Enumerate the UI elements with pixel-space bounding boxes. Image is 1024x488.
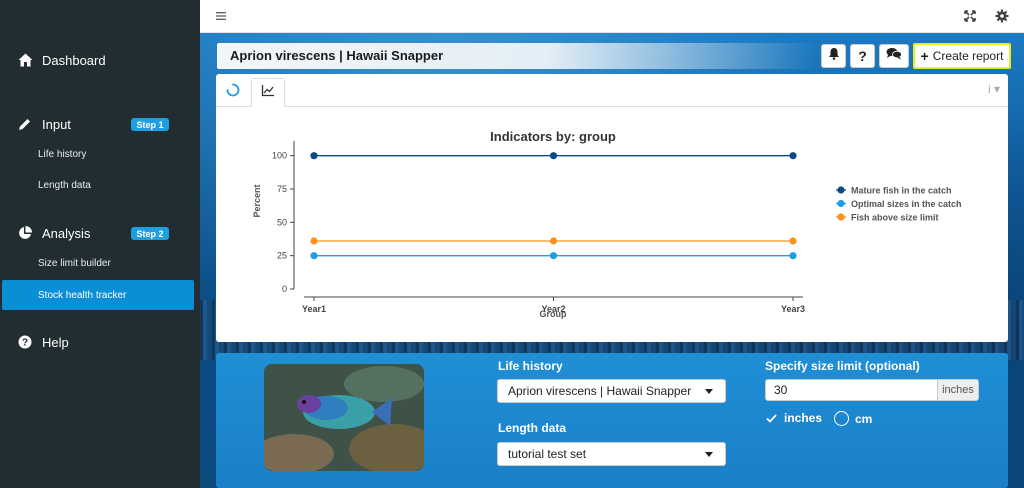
fish-image [264, 364, 424, 471]
data-point [310, 237, 318, 245]
legend-label: Fish above size limit [851, 213, 939, 223]
length-data-value: tutorial test set [508, 447, 587, 461]
data-point [549, 152, 558, 160]
y-tick-label: 100 [272, 151, 287, 161]
svg-text:?: ? [22, 338, 28, 349]
chart-legend: Mature fish in the catch Optimal sizes in… [836, 186, 962, 223]
question-circle-icon: ? [16, 334, 34, 350]
unit-option-inches[interactable]: inches [766, 411, 822, 425]
pencil-icon [16, 116, 34, 132]
legend-marker [837, 186, 845, 194]
x-tick-label: Year3 [781, 304, 805, 314]
page-header: Aprion virescens | Hawaii Snapper [217, 43, 817, 69]
unit-option-label: inches [784, 411, 823, 425]
line-chart-icon [261, 84, 275, 102]
indicators-chart: Indicators by: group 0 25 50 75 100 Year1 Year… [252, 129, 962, 319]
legend-label: Mature fish in the catch [851, 186, 952, 196]
check-icon [766, 413, 777, 423]
y-tick-label: 25 [277, 251, 287, 261]
length-data-select[interactable]: tutorial test set [497, 442, 726, 466]
chart-card: i ▾ Indicators by: group 0 25 50 75 100 Year1… [216, 74, 1008, 342]
x-tick-label: Year1 [302, 304, 326, 314]
sidebar-item-stock-health-tracker[interactable]: Stock health tracker [2, 280, 194, 310]
sidebar-item-length-data[interactable]: Length data [38, 180, 91, 191]
chart-axes: 0255075100Year1 Year2 Year3 [272, 141, 805, 314]
life-history-label: Life history [498, 359, 563, 373]
step-badge: Step 1 [131, 118, 169, 131]
comments-button[interactable] [879, 44, 909, 68]
sidebar-item-label: Input [42, 116, 71, 132]
page-title: Aprion virescens | Hawaii Snapper [230, 48, 444, 63]
sidebar-item-input[interactable]: Input [0, 115, 200, 133]
fullscreen-icon[interactable] [963, 9, 977, 23]
legend-label: Optimal sizes in the catch [851, 199, 962, 209]
size-limit-label: Specify size limit (optional) [765, 359, 920, 373]
question-icon: ? [858, 48, 867, 64]
step-badge: Step 2 [131, 227, 169, 240]
help-button[interactable]: ? [850, 44, 875, 68]
tab-line-chart[interactable] [251, 78, 285, 107]
y-tick-label: 50 [277, 217, 287, 227]
chart-title: Indicators by: group [490, 129, 616, 144]
hamburger-icon[interactable] [214, 9, 228, 23]
create-report-label: Create report [932, 49, 1004, 63]
gear-icon[interactable] [995, 9, 1009, 23]
sidebar-item-dashboard[interactable]: Dashboard [0, 51, 200, 69]
pie-chart-icon [16, 225, 34, 241]
spinner-icon [226, 83, 240, 102]
x-axis-label: Group [540, 309, 567, 319]
length-data-label: Length data [498, 421, 566, 435]
size-limit-unit-addon: inches [937, 379, 979, 401]
y-tick-label: 0 [282, 284, 287, 294]
plus-icon: + [920, 48, 929, 64]
data-point [789, 252, 797, 260]
home-icon [16, 52, 34, 68]
tab-spinner[interactable] [216, 78, 250, 107]
notifications-button[interactable] [821, 44, 846, 68]
life-history-value: Aprion virescens | Hawaii Snapper [508, 384, 692, 398]
sidebar: Dashboard Input Step 1 Life history Leng… [0, 0, 200, 488]
sidebar-item-life-history[interactable]: Life history [38, 149, 86, 160]
unit-option-label: cm [855, 411, 873, 426]
chart-tabs: i ▾ [216, 74, 1008, 107]
chevron-down-icon [705, 389, 713, 394]
sidebar-item-size-limit-builder[interactable]: Size limit builder [38, 258, 111, 269]
data-point [549, 252, 558, 260]
y-axis-label: Percent [252, 184, 262, 217]
comments-icon [886, 47, 902, 65]
sidebar-item-help[interactable]: ? Help [0, 333, 200, 351]
chart-series [310, 152, 797, 260]
create-report-button[interactable]: + Create report [913, 43, 1011, 69]
top-navbar [200, 0, 1024, 33]
unit-option-cm[interactable]: cm [834, 411, 872, 426]
data-point [789, 152, 797, 160]
info-dropdown[interactable]: i ▾ [988, 82, 1000, 96]
sidebar-item-label: Analysis [42, 225, 91, 241]
size-limit-value: 30 [774, 383, 788, 397]
size-limit-input[interactable]: 30 [765, 379, 938, 401]
legend-marker [837, 213, 845, 221]
data-point [310, 252, 318, 260]
sidebar-item-label: Dashboard [42, 52, 106, 68]
sidebar-item-analysis[interactable]: Analysis [0, 224, 200, 242]
info-icon: i [987, 82, 991, 96]
data-point [310, 152, 318, 160]
bell-icon [828, 47, 840, 65]
radio-circle-icon [834, 411, 849, 426]
chevron-down-icon [705, 452, 713, 457]
data-point [789, 237, 797, 245]
y-tick-label: 75 [277, 184, 287, 194]
data-point [549, 237, 558, 245]
legend-marker [837, 199, 845, 208]
sidebar-item-label: Help [42, 334, 69, 350]
life-history-select[interactable]: Aprion virescens | Hawaii Snapper [497, 379, 726, 403]
